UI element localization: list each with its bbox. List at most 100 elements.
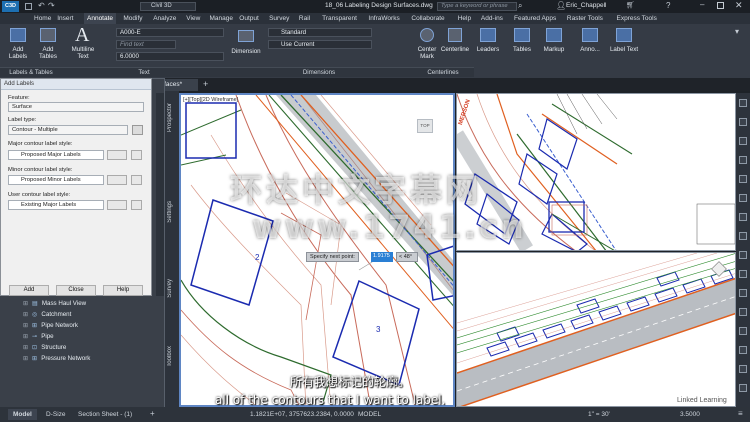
annotation-scale-select[interactable]: 1" = 30'	[588, 409, 610, 420]
ribbon-tab-infraworks[interactable]: InfraWorks	[368, 13, 399, 24]
annotation-scale-button[interactable]: Anno...	[576, 46, 604, 53]
dimension-button[interactable]: Dimension	[228, 48, 264, 55]
ribbon-tab-annotate[interactable]: Annotate	[84, 13, 117, 24]
tool-button-icon[interactable]	[739, 99, 747, 107]
tool-button-icon[interactable]	[739, 365, 747, 373]
tree-item[interactable]: ⊞ ⊡ Structure	[23, 344, 66, 351]
user-style-select[interactable]: Existing Major Labels	[8, 200, 104, 210]
find-text-input[interactable]: Find text	[116, 40, 176, 49]
label-text-button[interactable]: Label Text	[608, 46, 640, 53]
centerline-icon[interactable]	[448, 28, 462, 42]
cart-icon[interactable]: 🛒︎	[626, 1, 635, 9]
centerline-button[interactable]: Centerline	[438, 46, 472, 53]
viewport-bottom-right[interactable]: Linked Learning	[456, 252, 736, 407]
tool-button-icon[interactable]	[739, 118, 747, 126]
add-button[interactable]: Add	[9, 285, 49, 296]
search-input[interactable]: Type a keyword or phrase	[437, 2, 517, 11]
tables-icon[interactable]	[514, 28, 530, 42]
expand-icon[interactable]: ⊞	[23, 333, 28, 340]
minor-style-select[interactable]: Proposed Minor Labels	[8, 175, 104, 185]
close-button[interactable]: Close	[56, 285, 96, 296]
annotation-scale-icon[interactable]	[582, 28, 598, 42]
tool-button-icon[interactable]	[739, 327, 747, 335]
model-space-toggle[interactable]: MODEL	[358, 409, 381, 420]
status-menu-icon[interactable]: ≡	[738, 409, 743, 418]
tool-button-icon[interactable]	[739, 270, 747, 278]
user-icon[interactable]: 👤︎	[556, 1, 566, 10]
tool-button-icon[interactable]	[739, 175, 747, 183]
tree-item[interactable]: ⊞ ◎ Catchment	[23, 311, 71, 318]
ribbon-tab-add-ins[interactable]: Add-ins	[481, 13, 503, 24]
text-style-select[interactable]: A000-E	[116, 28, 224, 37]
ribbon-tab-home[interactable]: Home	[34, 13, 51, 24]
add-labels-icon[interactable]	[10, 28, 26, 42]
viewport-label[interactable]: [+][Top][2D Wireframe]	[183, 97, 238, 103]
ribbon-tab-output[interactable]: Output	[239, 13, 259, 24]
tool-button-icon[interactable]	[739, 308, 747, 316]
ribbon-options-icon[interactable]: ▾	[735, 27, 739, 36]
redo-icon[interactable]: ↷	[48, 1, 55, 10]
tool-button-icon[interactable]	[739, 194, 747, 202]
dimension-icon[interactable]	[238, 30, 254, 42]
text-height-input[interactable]: 6.0000	[116, 52, 224, 61]
user-edit-icon[interactable]	[107, 200, 127, 210]
ribbon-tab-transparent[interactable]: Transparent	[322, 13, 357, 24]
expand-icon[interactable]: ⊞	[23, 311, 28, 318]
new-tab-icon[interactable]: +	[203, 79, 208, 89]
user-name[interactable]: Eric_Chappell	[566, 2, 606, 9]
expand-icon[interactable]: ⊞	[23, 322, 28, 329]
ribbon-tab-analyze[interactable]: Analyze	[153, 13, 176, 24]
text-a-icon[interactable]: A	[75, 24, 89, 47]
feature-select[interactable]: Surface	[8, 102, 144, 112]
dynamic-input-angle[interactable]: < 48°	[396, 252, 418, 262]
save-icon[interactable]	[25, 3, 32, 10]
minor-pick-icon[interactable]	[131, 175, 142, 185]
markup-button[interactable]: Markup	[540, 46, 568, 53]
dialog-title-bar[interactable]: Add Labels	[1, 79, 151, 90]
ribbon-tab-insert[interactable]: Insert	[57, 13, 73, 24]
tool-button-icon[interactable]	[739, 213, 747, 221]
add-layout-icon[interactable]: +	[150, 409, 155, 418]
ribbon-tab-express-tools[interactable]: Express Tools	[617, 13, 657, 24]
tool-button-icon[interactable]	[739, 346, 747, 354]
tab-prospector[interactable]: Prospector	[167, 103, 173, 132]
leaders-icon[interactable]	[480, 28, 496, 42]
ribbon-tab-modify[interactable]: Modify	[123, 13, 142, 24]
center-mark-button[interactable]: Center Mark	[413, 46, 441, 60]
label-type-select[interactable]: Contour - Multiple	[8, 125, 128, 135]
tree-item[interactable]: ⊞ ⊞ Pressure Network	[23, 355, 90, 362]
view-cube[interactable]: TOP	[417, 119, 433, 133]
tool-button-icon[interactable]	[739, 137, 747, 145]
ribbon-tab-featured-apps[interactable]: Featured Apps	[514, 13, 556, 24]
add-tables-button[interactable]: Add Tables	[34, 46, 62, 60]
layout-tab-model[interactable]: Model	[8, 409, 37, 420]
tables-button[interactable]: Tables	[508, 46, 536, 53]
ribbon-tab-raster-tools[interactable]: Raster Tools	[567, 13, 603, 24]
minimize-icon[interactable]: –	[700, 0, 704, 9]
dynamic-input-length[interactable]: 1.9175	[371, 252, 393, 262]
label-text-icon[interactable]	[616, 28, 632, 42]
ribbon-tab-view[interactable]: View	[186, 13, 200, 24]
expand-icon[interactable]: ⊞	[23, 300, 28, 307]
tab-settings[interactable]: Settings	[167, 201, 173, 223]
ribbon-tab-survey[interactable]: Survey	[269, 13, 289, 24]
add-tables-icon[interactable]	[40, 28, 56, 42]
major-pick-icon[interactable]	[131, 150, 142, 160]
ribbon-tab-collaborate[interactable]: Collaborate	[411, 13, 444, 24]
markup-icon[interactable]	[546, 28, 562, 42]
expand-icon[interactable]: ⊞	[23, 344, 28, 351]
add-labels-button[interactable]: Add Labels	[4, 46, 32, 60]
tool-button-icon[interactable]	[739, 289, 747, 297]
tab-toolbox[interactable]: Toolbox	[167, 346, 173, 367]
multiline-text-button[interactable]: Multiline Text	[68, 46, 98, 60]
tree-item[interactable]: ⊞ ⊞ Pipe Network	[23, 322, 78, 329]
layout-tab-section-sheet[interactable]: Section Sheet - (1)	[78, 409, 132, 420]
undo-icon[interactable]: ↶	[38, 1, 45, 10]
major-style-select[interactable]: Proposed Major Labels	[8, 150, 104, 160]
ribbon-tab-help[interactable]: Help	[458, 13, 471, 24]
help-button[interactable]: Help	[103, 285, 143, 296]
leaders-button[interactable]: Leaders	[474, 46, 502, 53]
close-icon[interactable]: ✕	[735, 0, 743, 11]
dim-style-select[interactable]: Standard	[268, 28, 372, 37]
tool-button-icon[interactable]	[739, 251, 747, 259]
